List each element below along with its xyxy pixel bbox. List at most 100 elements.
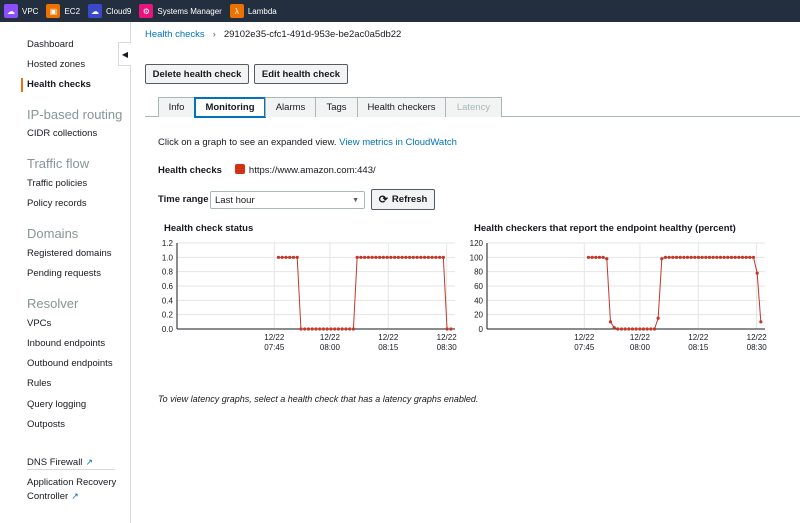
active-indicator bbox=[21, 78, 23, 92]
data-point bbox=[660, 257, 664, 261]
data-point bbox=[641, 327, 646, 331]
y-tick-label: 80 bbox=[474, 268, 483, 277]
nav-dns-firewall[interactable]: DNS Firewall ↗ bbox=[27, 457, 93, 468]
data-point bbox=[333, 327, 337, 331]
data-point bbox=[740, 255, 745, 259]
x-tick-label: 08:15 bbox=[688, 343, 709, 352]
data-point bbox=[722, 255, 726, 259]
external-link-icon: ↗ bbox=[85, 457, 93, 467]
data-point bbox=[344, 327, 348, 331]
nav-query-logging[interactable]: Query logging bbox=[27, 399, 86, 410]
x-tick-label: 08:15 bbox=[378, 343, 399, 352]
breadcrumb-current: 29102e35-cfc1-491d-953e-be2ac0a5db22 bbox=[223, 29, 402, 40]
y-tick-label: 0.8 bbox=[162, 268, 174, 277]
tab-monitoring[interactable]: Monitoring bbox=[194, 97, 266, 118]
y-tick-label: 20 bbox=[474, 311, 483, 320]
x-tick-label: 08:00 bbox=[320, 343, 341, 352]
data-point bbox=[597, 255, 602, 259]
data-point bbox=[423, 255, 427, 259]
data-point bbox=[299, 327, 303, 331]
refresh-button[interactable]: ⟳ Refresh bbox=[371, 189, 435, 210]
nav-health-checks[interactable]: Health checks bbox=[27, 79, 91, 90]
health-check-legend: Health checks https://www.amazon.com:443/ bbox=[158, 164, 376, 176]
health-check-url: https://www.amazon.com:443/ bbox=[248, 165, 376, 176]
data-point bbox=[696, 255, 701, 259]
nav-pending-requests[interactable]: Pending requests bbox=[27, 268, 101, 279]
data-point bbox=[700, 255, 704, 259]
data-point bbox=[748, 255, 752, 259]
data-point bbox=[295, 255, 299, 259]
time-range-label: Time range bbox=[158, 194, 209, 205]
health-checkers-percent-chart[interactable]: 12010080604020012/2207:4512/2208:0012/22… bbox=[455, 235, 775, 355]
nav-hosted-zones[interactable]: Hosted zones bbox=[27, 59, 85, 70]
tab-alarms[interactable]: Alarms bbox=[265, 97, 316, 117]
view-metrics-link[interactable]: View metrics in CloudWatch bbox=[339, 137, 457, 148]
data-point bbox=[594, 255, 598, 259]
breadcrumb-health-checks[interactable]: Health checks bbox=[145, 29, 205, 40]
external-link-icon: ↗ bbox=[71, 491, 79, 501]
nav-arc-label-line2: Controller bbox=[27, 491, 69, 502]
latency-note: To view latency graphs, select a health … bbox=[158, 394, 479, 404]
section-ip-routing: IP-based routing bbox=[27, 107, 123, 122]
tab-health-checkers[interactable]: Health checkers bbox=[357, 97, 446, 117]
service-label: Cloud9 bbox=[106, 6, 132, 16]
service-label: Systems Manager bbox=[157, 6, 222, 16]
edit-health-check-button[interactable]: Edit health check bbox=[254, 64, 348, 84]
data-point bbox=[586, 255, 591, 259]
data-point bbox=[663, 255, 668, 259]
y-tick-label: 0.2 bbox=[162, 311, 174, 320]
nav-rules[interactable]: Rules bbox=[27, 378, 51, 389]
service-label: EC2 bbox=[64, 6, 81, 16]
data-point bbox=[434, 255, 438, 259]
nav-inbound-endpoints[interactable]: Inbound endpoints bbox=[27, 338, 105, 349]
y-tick-label: 1.2 bbox=[162, 239, 174, 248]
x-tick-label: 12/22 bbox=[630, 333, 651, 342]
data-point bbox=[336, 327, 341, 331]
data-point bbox=[685, 255, 690, 259]
tab-info[interactable]: Info bbox=[158, 97, 195, 117]
nav-policy-records[interactable]: Policy records bbox=[27, 198, 87, 209]
data-point bbox=[419, 255, 423, 259]
favorite-systems-manager[interactable]: ⚙ Systems Manager bbox=[139, 4, 222, 18]
tab-tags[interactable]: Tags bbox=[315, 97, 358, 117]
y-tick-label: 0 bbox=[479, 325, 484, 334]
nav-registered-domains[interactable]: Registered domains bbox=[27, 248, 112, 259]
favorite-cloud9[interactable]: ☁ Cloud9 bbox=[88, 4, 131, 18]
data-point bbox=[348, 327, 352, 331]
delete-health-check-button[interactable]: Delete health check bbox=[145, 64, 249, 84]
nav-outposts[interactable]: Outposts bbox=[27, 419, 65, 430]
x-tick-label: 08:00 bbox=[630, 343, 651, 352]
nav-traffic-policies[interactable]: Traffic policies bbox=[27, 178, 87, 189]
data-point bbox=[601, 255, 605, 259]
favorite-ec2[interactable]: ▣ EC2 bbox=[46, 4, 80, 18]
caret-left-icon: ◀ bbox=[121, 49, 129, 59]
y-tick-label: 0.0 bbox=[162, 325, 174, 334]
vpc-icon: ☁ bbox=[4, 4, 18, 18]
chart-title-percent: Health checkers that report the endpoint… bbox=[474, 223, 736, 234]
nav-cidr-collections[interactable]: CIDR collections bbox=[27, 128, 97, 139]
favorite-vpc[interactable]: ☁ VPC bbox=[4, 4, 38, 18]
data-point bbox=[619, 327, 624, 331]
data-point bbox=[374, 255, 378, 259]
service-label: VPC bbox=[22, 6, 39, 16]
section-resolver: Resolver bbox=[27, 296, 79, 311]
time-range-select[interactable]: Last hour ▼ bbox=[210, 191, 365, 209]
data-point bbox=[759, 320, 763, 324]
series-color-swatch bbox=[234, 164, 245, 174]
data-point bbox=[318, 327, 322, 331]
favorite-lambda[interactable]: λ Lambda bbox=[229, 4, 277, 18]
nav-application-recovery-controller[interactable]: Application Recovery Controller ↗ bbox=[27, 477, 116, 502]
data-point bbox=[393, 255, 397, 259]
data-point bbox=[667, 255, 671, 259]
caret-down-icon: ▼ bbox=[352, 196, 359, 204]
data-point bbox=[325, 327, 329, 331]
health-check-status-chart[interactable]: 1.21.00.80.60.40.20.012/2207:4512/2208:0… bbox=[145, 235, 465, 355]
data-point bbox=[288, 255, 292, 259]
nav-dashboard[interactable]: Dashboard bbox=[27, 39, 73, 50]
nav-vpcs[interactable]: VPCs bbox=[27, 318, 51, 329]
data-point bbox=[623, 327, 627, 331]
data-point bbox=[310, 327, 314, 331]
nav-outbound-endpoints[interactable]: Outbound endpoints bbox=[27, 358, 113, 369]
data-point bbox=[351, 327, 356, 331]
collapse-sidebar-button[interactable]: ◀ bbox=[118, 42, 131, 66]
